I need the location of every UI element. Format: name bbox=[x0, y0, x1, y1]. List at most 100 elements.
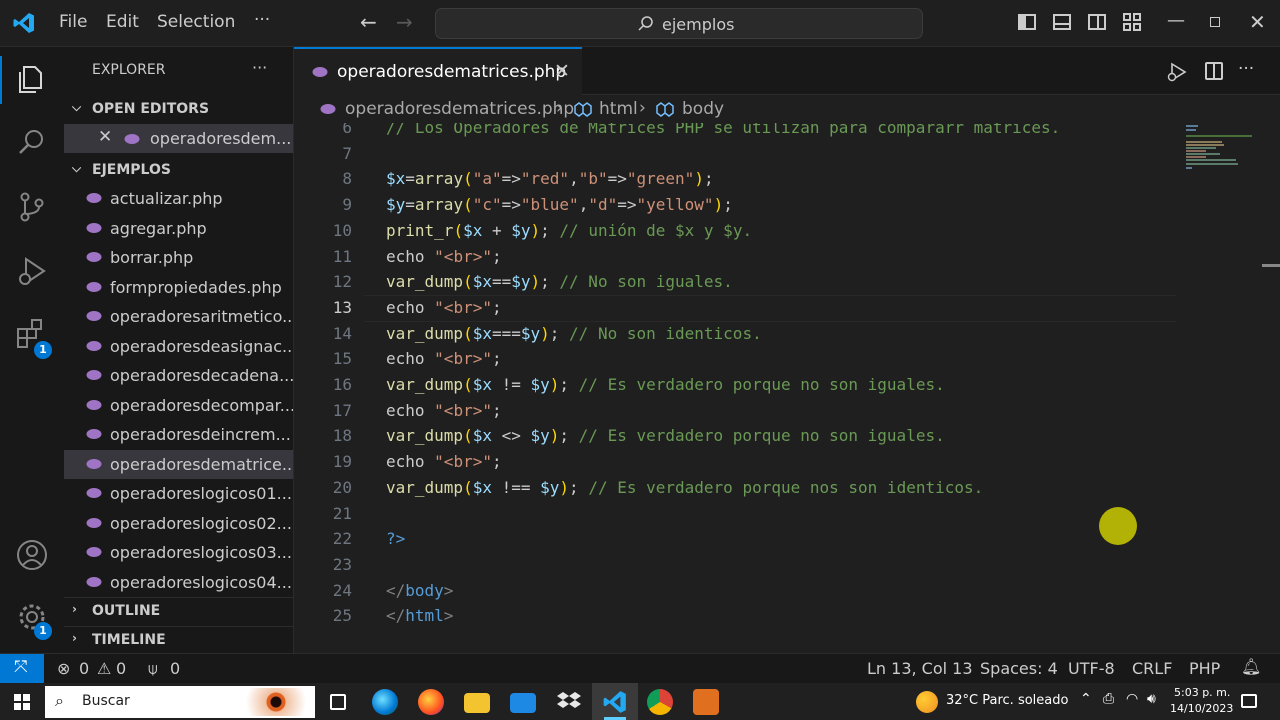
file-item[interactable]: operadoreslogicos03.... bbox=[64, 538, 293, 567]
edge-browser-icon[interactable] bbox=[372, 689, 398, 715]
timeline-section[interactable]: › TIMELINE bbox=[64, 626, 293, 653]
clock-time[interactable]: 5:03 p. m. bbox=[1174, 686, 1230, 699]
file-item[interactable]: formpropiedades.php bbox=[64, 273, 293, 302]
file-item[interactable]: agregar.php bbox=[64, 214, 293, 243]
indentation[interactable]: Spaces: 4 bbox=[980, 659, 1058, 678]
search-icon[interactable] bbox=[14, 125, 50, 161]
code-line[interactable]: </html> bbox=[386, 606, 453, 625]
minimap[interactable] bbox=[1184, 123, 1264, 183]
file-item[interactable]: operadoreslogicos01.... bbox=[64, 479, 293, 508]
code-token: $x bbox=[463, 220, 483, 240]
clock-date[interactable]: 14/10/2023 bbox=[1170, 702, 1233, 715]
forward-arrow-icon[interactable]: → bbox=[396, 10, 413, 34]
outline-section[interactable]: › OUTLINE bbox=[64, 597, 293, 626]
code-line[interactable]: echo "<br>"; bbox=[386, 452, 502, 471]
close-icon[interactable]: ✕ bbox=[98, 127, 112, 147]
error-icon: ⊗ bbox=[57, 659, 71, 678]
code-line[interactable]: ?> bbox=[386, 529, 405, 548]
task-view-icon[interactable] bbox=[330, 694, 346, 710]
minimize-window-icon[interactable]: — bbox=[1167, 10, 1185, 31]
code-line[interactable]: var_dump($x===$y); // No son identicos. bbox=[386, 324, 762, 343]
menu-edit[interactable]: Edit bbox=[106, 12, 139, 32]
file-item[interactable]: operadoresdematrice... bbox=[64, 449, 293, 479]
chrome-icon[interactable] bbox=[647, 689, 673, 715]
show-hidden-icons-icon[interactable]: ⌃ bbox=[1080, 691, 1092, 707]
code-line[interactable]: </body> bbox=[386, 581, 453, 600]
code-line[interactable]: echo "<br>"; bbox=[386, 401, 502, 420]
volume-icon[interactable]: 🔊︎ bbox=[1147, 691, 1156, 707]
scrollbar-position-marker[interactable] bbox=[1262, 264, 1280, 267]
warning-count[interactable]: 0 bbox=[116, 659, 126, 678]
toggle-secondary-sidebar-icon[interactable] bbox=[1088, 14, 1106, 30]
file-item[interactable]: operadoresdeasignac... bbox=[64, 332, 293, 361]
close-window-icon[interactable]: ✕ bbox=[1249, 10, 1266, 34]
file-item[interactable]: operadoresaritmetico... bbox=[64, 302, 293, 331]
folder-ejemplos-section[interactable]: ⌵ EJEMPLOS bbox=[64, 159, 293, 183]
open-editor-item[interactable]: ✕ operadoresdem... bbox=[64, 124, 293, 153]
windows-start-icon[interactable] bbox=[14, 694, 30, 710]
back-arrow-icon[interactable]: ← bbox=[360, 10, 377, 34]
explorer-icon[interactable] bbox=[14, 61, 50, 97]
compare-changes-icon[interactable] bbox=[1166, 61, 1188, 83]
notifications-bell-icon[interactable]: 🔔︎ bbox=[1241, 657, 1261, 676]
code-line[interactable]: print_r($x + $y); // unión de $x y $y. bbox=[386, 221, 752, 240]
close-icon[interactable]: ✕ bbox=[554, 60, 570, 82]
accounts-icon[interactable] bbox=[14, 537, 50, 573]
firefox-icon[interactable] bbox=[418, 689, 444, 715]
menu-selection[interactable]: Selection bbox=[157, 12, 235, 32]
file-item[interactable]: operadoresdeincrem... bbox=[64, 420, 293, 449]
code-line[interactable]: var_dump($x==$y); // No son iguales. bbox=[386, 272, 733, 291]
file-item[interactable]: operadoresdecompar... bbox=[64, 391, 293, 420]
code-line[interactable]: $x=array("a"=>"red","b"=>"green"); bbox=[386, 169, 714, 188]
file-item[interactable]: borrar.php bbox=[64, 243, 293, 272]
toggle-primary-sidebar-icon[interactable] bbox=[1018, 14, 1036, 30]
file-explorer-icon[interactable] bbox=[464, 693, 490, 713]
ports-count[interactable]: 0 bbox=[170, 659, 180, 678]
breadcrumb-body[interactable]: body bbox=[682, 99, 724, 119]
code-line[interactable]: echo "<br>"; bbox=[386, 247, 502, 266]
file-item[interactable]: operadoreslogicos04.... bbox=[64, 568, 293, 597]
restore-window-icon[interactable] bbox=[1210, 17, 1220, 27]
open-editors-section[interactable]: ⌵ OPEN EDITORS bbox=[64, 98, 293, 122]
notification-center-icon[interactable] bbox=[1241, 694, 1257, 708]
code-line[interactable]: var_dump($x != $y); // Es verdadero porq… bbox=[386, 375, 945, 394]
line-endings[interactable]: CRLF bbox=[1132, 659, 1172, 678]
tab-operadoresdematrices[interactable]: operadoresdematrices.php ✕ bbox=[294, 47, 582, 95]
code-line[interactable]: echo "<br>"; bbox=[386, 298, 502, 317]
code-line[interactable]: var_dump($x !== $y); // Es verdadero por… bbox=[386, 478, 983, 497]
mail-icon[interactable] bbox=[510, 693, 536, 713]
file-item[interactable]: actualizar.php bbox=[64, 184, 293, 213]
weather-text[interactable]: 32°C Parc. soleado bbox=[946, 693, 1068, 708]
dropbox-icon[interactable] bbox=[556, 689, 582, 715]
encoding[interactable]: UTF-8 bbox=[1068, 659, 1115, 678]
code-line[interactable]: // Los Operadores de Matrices PHP se uti… bbox=[386, 123, 1060, 137]
error-count[interactable]: 0 bbox=[79, 659, 89, 678]
split-editor-icon[interactable] bbox=[1205, 62, 1223, 80]
cursor-position[interactable]: Ln 13, Col 13 bbox=[867, 659, 973, 678]
menu-file[interactable]: File bbox=[59, 12, 87, 32]
taskbar-search-box[interactable]: ⌕ Buscar bbox=[45, 686, 315, 718]
menu-more[interactable]: ··· bbox=[254, 10, 270, 30]
explorer-more-button[interactable]: ··· bbox=[252, 58, 267, 77]
language-mode[interactable]: PHP bbox=[1189, 659, 1220, 678]
code-line[interactable]: $y=array("c"=>"blue","d"=>"yellow"); bbox=[386, 195, 733, 214]
device-icon[interactable]: ⎙ bbox=[1103, 691, 1114, 707]
code-token: ; bbox=[491, 246, 502, 266]
toggle-panel-icon[interactable] bbox=[1053, 14, 1071, 30]
file-item[interactable]: operadoreslogicos02.... bbox=[64, 509, 293, 538]
code-editor[interactable]: 6 // Los Operadores de Matrices PHP se ut… bbox=[294, 123, 1280, 653]
code-line[interactable]: var_dump($x <> $y); // Es verdadero porq… bbox=[386, 426, 945, 445]
run-debug-icon[interactable] bbox=[14, 253, 50, 289]
source-control-icon[interactable] bbox=[14, 189, 50, 225]
file-item[interactable]: operadoresdecadena... bbox=[64, 361, 293, 390]
remote-indicator[interactable]: ⤧ bbox=[0, 654, 44, 684]
breadcrumb-file[interactable]: operadoresdematrices.php bbox=[345, 99, 574, 119]
code-line[interactable]: echo "<br>"; bbox=[386, 349, 502, 368]
command-center-search[interactable]: ejemplos bbox=[435, 8, 923, 39]
customize-layout-icon[interactable] bbox=[1123, 13, 1143, 31]
editor-more-actions-icon[interactable]: ··· bbox=[1238, 59, 1254, 79]
vscode-taskbar-active[interactable] bbox=[592, 683, 638, 720]
app-icon[interactable] bbox=[693, 689, 719, 715]
wifi-icon[interactable]: ◠ bbox=[1126, 691, 1138, 707]
breadcrumb-html[interactable]: html bbox=[599, 99, 638, 119]
